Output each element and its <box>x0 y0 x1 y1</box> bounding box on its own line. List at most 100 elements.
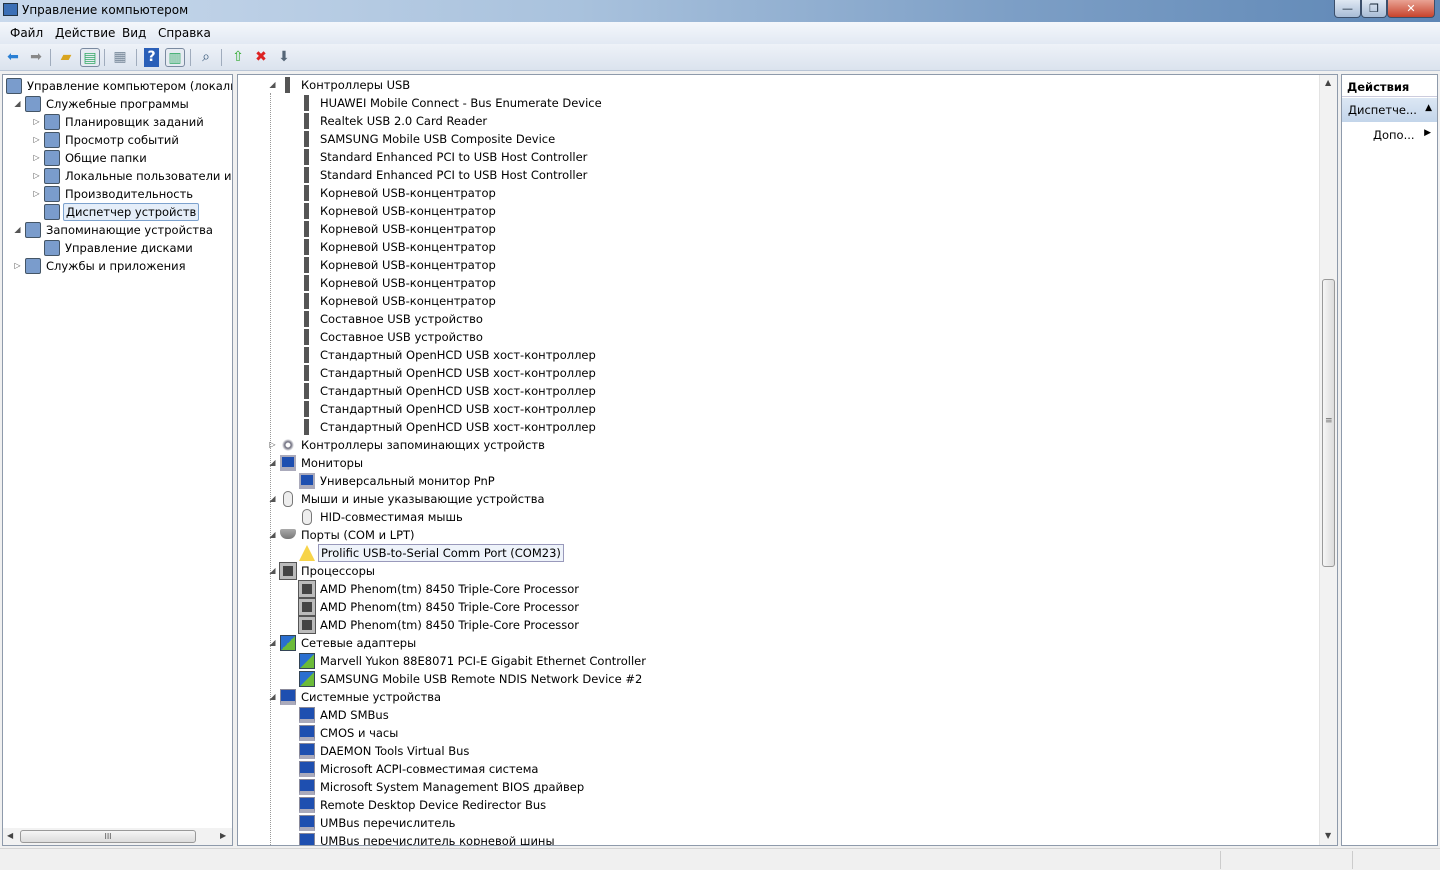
device-tree-item[interactable]: Стандартный OpenHCD USB хост-контроллер <box>238 400 1337 418</box>
device-tree-item[interactable]: Стандартный OpenHCD USB хост-контроллер <box>238 346 1337 364</box>
storage-icon <box>25 222 41 238</box>
menu-file[interactable]: Файл <box>10 26 43 40</box>
device-tree-item[interactable]: Prolific USB-to-Serial Comm Port (COM23) <box>238 544 1337 562</box>
properties-icon[interactable]: ▦ <box>110 48 130 67</box>
collapse-arrow-icon[interactable]: ◢ <box>13 221 22 239</box>
collapse-arrow-icon[interactable]: ◢ <box>268 490 277 508</box>
device-tree-item[interactable]: UMBus перечислитель корневой шины <box>238 832 1337 845</box>
device-tree-item[interactable]: Составное USB устройство <box>238 328 1337 346</box>
update-driver-icon[interactable]: ⇧ <box>228 48 248 67</box>
tree-item[interactable]: ▷ Общие папки <box>3 149 232 167</box>
device-tree-item[interactable]: Стандартный OpenHCD USB хост-контроллер <box>238 364 1337 382</box>
scrollbar-thumb[interactable]: ≡ <box>1322 279 1335 567</box>
tree-item-label: Marvell Yukon 88E8071 PCI-E Gigabit Ethe… <box>320 654 646 668</box>
device-tree-item[interactable]: ◢ Мониторы <box>238 454 1337 472</box>
vertical-scrollbar[interactable]: ▲ ≡ ▼ <box>1319 75 1337 845</box>
horizontal-scrollbar[interactable]: ◀ III ▶ <box>3 828 232 845</box>
device-tree-item[interactable]: ◢ Мыши и иные указывающие устройства <box>238 490 1337 508</box>
expand-arrow-icon[interactable]: ▷ <box>32 167 41 185</box>
device-tree-item[interactable]: ◢ Системные устройства <box>238 688 1337 706</box>
device-tree-item[interactable]: ▷ Контроллеры запоминающих устройств <box>238 436 1337 454</box>
device-tree-item[interactable]: Стандартный OpenHCD USB хост-контроллер <box>238 418 1337 436</box>
device-tree-item[interactable]: Microsoft System Management BIOS драйвер <box>238 778 1337 796</box>
menu-help[interactable]: Справка <box>158 26 211 40</box>
device-tree-item[interactable]: ◢ Контроллеры USB <box>238 76 1337 94</box>
tree-item[interactable]: ▷ Планировщик заданий <box>3 113 232 131</box>
device-tree-item[interactable]: Универсальный монитор PnP <box>238 472 1337 490</box>
minimize-button[interactable]: — <box>1334 0 1361 18</box>
collapse-arrow-icon[interactable]: ◢ <box>13 95 22 113</box>
expand-arrow-icon[interactable]: ▷ <box>32 113 41 131</box>
device-tree-item[interactable]: AMD SMBus <box>238 706 1337 724</box>
help-icon[interactable]: ? <box>144 48 159 67</box>
device-tree-item[interactable]: UMBus перечислитель <box>238 814 1337 832</box>
uninstall-icon[interactable]: ✖ <box>251 48 271 67</box>
up-folder-icon[interactable]: ▰ <box>56 48 76 67</box>
device-tree-item[interactable]: Standard Enhanced PCI to USB Host Contro… <box>238 148 1337 166</box>
device-tree-item[interactable]: Standard Enhanced PCI to USB Host Contro… <box>238 166 1337 184</box>
usb-icon <box>299 149 315 165</box>
collapse-arrow-icon[interactable]: ◢ <box>268 688 277 706</box>
tree-item[interactable]: Диспетчер устройств <box>3 203 232 221</box>
device-tree-item[interactable]: Microsoft ACPI-совместимая система <box>238 760 1337 778</box>
back-icon[interactable]: ⬅ <box>3 48 23 67</box>
collapse-arrow-icon[interactable]: ◢ <box>268 526 277 544</box>
device-tree-item[interactable]: Корневой USB-концентратор <box>238 184 1337 202</box>
device-tree-item[interactable]: Realtek USB 2.0 Card Reader <box>238 112 1337 130</box>
device-tree-item[interactable]: SAMSUNG Mobile USB Remote NDIS Network D… <box>238 670 1337 688</box>
tree-item[interactable]: ▷ Просмотр событий <box>3 131 232 149</box>
device-tree-item[interactable]: Корневой USB-концентратор <box>238 256 1337 274</box>
device-tree-item[interactable]: SAMSUNG Mobile USB Composite Device <box>238 130 1337 148</box>
device-tree-item[interactable]: Корневой USB-концентратор <box>238 274 1337 292</box>
collapse-arrow-icon[interactable]: ◢ <box>268 562 277 580</box>
expand-arrow-icon[interactable]: ▷ <box>32 185 41 203</box>
device-tree-item[interactable]: ◢ Порты (COM и LPT) <box>238 526 1337 544</box>
menu-action[interactable]: Действие <box>55 26 115 40</box>
device-tree-item[interactable]: HUAWEI Mobile Connect - Bus Enumerate De… <box>238 94 1337 112</box>
scan-hardware-icon[interactable]: ⌕ <box>196 48 216 67</box>
expand-arrow-icon[interactable]: ▷ <box>13 257 22 275</box>
device-tree-item[interactable]: HID-совместимая мышь <box>238 508 1337 526</box>
collapse-arrow-icon[interactable]: ◢ <box>268 634 277 652</box>
device-tree-item[interactable]: Составное USB устройство <box>238 310 1337 328</box>
expand-arrow-icon[interactable]: ▷ <box>268 436 277 454</box>
scrollbar-thumb[interactable]: III <box>20 830 196 843</box>
tree-item[interactable]: Управление дисками <box>3 239 232 257</box>
show-hide-tree-icon[interactable]: ▤ <box>80 48 100 67</box>
forward-icon[interactable]: ➡ <box>26 48 46 67</box>
collapse-arrow-icon[interactable]: ◢ <box>268 454 277 472</box>
tree-item[interactable]: ◢ Служебные программы <box>3 95 232 113</box>
device-tree-item[interactable]: AMD Phenom(tm) 8450 Triple-Core Processo… <box>238 616 1337 634</box>
device-tree-item[interactable]: AMD Phenom(tm) 8450 Triple-Core Processo… <box>238 580 1337 598</box>
tree-item[interactable]: ▷ Производительность <box>3 185 232 203</box>
device-tree-item[interactable]: Корневой USB-концентратор <box>238 202 1337 220</box>
device-tree-item[interactable]: Remote Desktop Device Redirector Bus <box>238 796 1337 814</box>
submenu-arrow-icon: ▶ <box>1424 128 1431 138</box>
device-tree-item[interactable]: CMOS и часы <box>238 724 1337 742</box>
tree-item[interactable]: ◢ Запоминающие устройства <box>3 221 232 239</box>
tree-item[interactable]: ▷ Службы и приложения <box>3 257 232 275</box>
show-action-pane-icon[interactable]: ▥ <box>165 48 185 67</box>
device-tree-item[interactable]: DAEMON Tools Virtual Bus <box>238 742 1337 760</box>
expand-arrow-icon[interactable]: ▷ <box>32 131 41 149</box>
close-button[interactable]: ✕ <box>1387 0 1435 18</box>
device-tree-item[interactable]: Корневой USB-концентратор <box>238 292 1337 310</box>
collapse-arrow-icon[interactable]: ◢ <box>268 76 277 94</box>
device-tree-item[interactable]: Корневой USB-концентратор <box>238 220 1337 238</box>
device-tree-item[interactable]: AMD Phenom(tm) 8450 Triple-Core Processo… <box>238 598 1337 616</box>
tree-item-label: Microsoft System Management BIOS драйвер <box>320 780 585 794</box>
device-tree-item[interactable]: ◢ Сетевые адаптеры <box>238 634 1337 652</box>
device-tree-item[interactable]: Стандартный OpenHCD USB хост-контроллер <box>238 382 1337 400</box>
device-tree-item[interactable]: Корневой USB-концентратор <box>238 238 1337 256</box>
tree-item[interactable]: Управление компьютером (локальны <box>3 77 232 95</box>
tree-item[interactable]: ▷ Локальные пользователи и гр <box>3 167 232 185</box>
mouse-icon <box>283 491 293 507</box>
disable-icon[interactable]: ⬇ <box>274 48 294 67</box>
expand-arrow-icon[interactable]: ▷ <box>32 149 41 167</box>
maximize-button[interactable]: ❐ <box>1361 0 1387 18</box>
device-tree-item[interactable]: Marvell Yukon 88E8071 PCI-E Gigabit Ethe… <box>238 652 1337 670</box>
device-tree-item[interactable]: ◢ Процессоры <box>238 562 1337 580</box>
actions-section-device-manager[interactable]: Диспетче... ▲ <box>1342 98 1437 122</box>
actions-more[interactable]: Допо... ▶ <box>1342 125 1437 145</box>
menu-view[interactable]: Вид <box>122 26 146 40</box>
